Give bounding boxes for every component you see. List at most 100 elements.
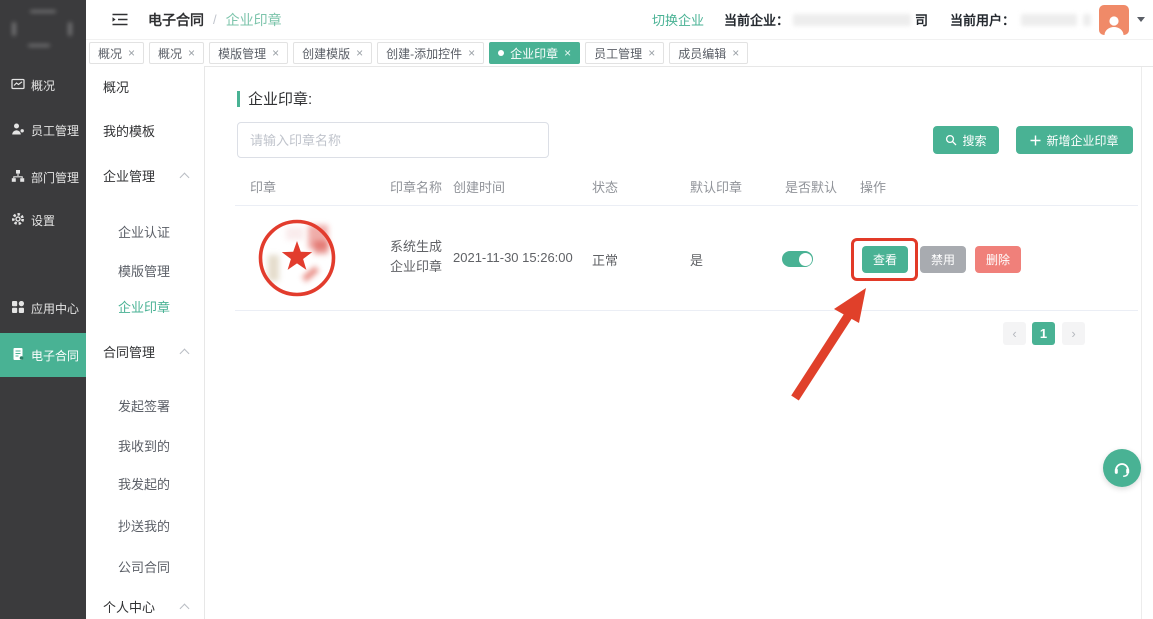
submenu-item-initiated[interactable]: 我发起的 <box>118 475 170 495</box>
tab-close-icon[interactable]: × <box>732 46 739 60</box>
tab-create-template[interactable]: 创建模版× <box>293 42 372 64</box>
current-user-redacted-2 <box>1083 14 1091 26</box>
cell-status: 正常 <box>592 250 618 269</box>
col-header-actions: 操作 <box>860 177 886 196</box>
collapse-menu-icon[interactable] <box>112 13 128 26</box>
submenu-item-template-mgmt[interactable]: 模版管理 <box>118 262 170 282</box>
tab-close-icon[interactable]: × <box>272 46 279 60</box>
tab-close-icon[interactable]: × <box>356 46 363 60</box>
customer-service-button[interactable] <box>1103 449 1141 487</box>
table-row-divider <box>235 310 1138 311</box>
submenu-item-enterprise-auth[interactable]: 企业认证 <box>118 223 170 243</box>
submenu-item-contract-mgmt[interactable]: 合同管理 <box>103 343 155 363</box>
tab-template-mgmt[interactable]: 模版管理× <box>209 42 288 64</box>
col-header-created: 创建时间 <box>453 177 505 196</box>
current-company-label: 当前企业： <box>724 10 789 29</box>
submenu-item-initiate-sign[interactable]: 发起签署 <box>118 397 170 417</box>
delete-button[interactable]: 删除 <box>975 246 1021 273</box>
cell-default-seal: 是 <box>690 250 703 269</box>
user-menu-caret-icon[interactable] <box>1137 17 1145 22</box>
tab-close-icon[interactable]: × <box>564 46 571 60</box>
sidebar-item-label: 设置 <box>31 212 55 229</box>
seal-name-search-input[interactable] <box>237 122 549 158</box>
add-enterprise-seal-button[interactable]: 新增企业印章 <box>1016 126 1133 154</box>
section-title: 企业印章: <box>237 88 312 109</box>
disable-button[interactable]: 禁用 <box>920 246 966 273</box>
col-header-status: 状态 <box>592 177 618 196</box>
table-header-divider <box>235 205 1138 206</box>
chevron-up-icon[interactable] <box>180 173 190 183</box>
submenu-item-enterprise-seal[interactable]: 企业印章 <box>118 298 170 318</box>
tab-employee-mgmt[interactable]: 员工管理× <box>585 42 664 64</box>
sidebar-item-label: 电子合同 <box>31 347 79 364</box>
tab-overview-2[interactable]: 概况× <box>149 42 204 64</box>
app-center-icon <box>11 300 25 317</box>
app-logo <box>0 0 86 64</box>
sidebar-item-settings[interactable]: 设置 <box>0 200 86 240</box>
switch-company-link[interactable]: 切换企业 <box>652 10 704 29</box>
seal-image <box>256 215 338 303</box>
section-title-bar <box>237 91 240 107</box>
col-header-seal-name: 印章名称 <box>390 177 442 196</box>
sidebar-item-employees[interactable]: 员工管理 <box>0 110 86 150</box>
tab-close-icon[interactable]: × <box>188 46 195 60</box>
settings-icon <box>11 212 25 229</box>
sidebar-item-label: 部门管理 <box>31 169 79 186</box>
submenu-item-received[interactable]: 我收到的 <box>118 437 170 457</box>
submenu-item-cc-me[interactable]: 抄送我的 <box>118 517 170 537</box>
tab-close-icon[interactable]: × <box>128 46 135 60</box>
scrollbar-track[interactable] <box>1141 67 1142 619</box>
submenu-item-enterprise-mgmt[interactable]: 企业管理 <box>103 167 155 187</box>
tab-enterprise-seal[interactable]: 企业印章× <box>489 42 580 64</box>
tab-member-edit[interactable]: 成员编辑× <box>669 42 748 64</box>
breadcrumb-app-title: 电子合同 <box>148 10 204 30</box>
pagination-next-button[interactable]: › <box>1062 322 1085 345</box>
search-icon <box>945 134 957 146</box>
primary-sidebar: 概况 员工管理 部门管理 设置 应用中心 电子合同 <box>0 0 86 619</box>
overview-icon <box>11 77 25 94</box>
user-avatar[interactable] <box>1099 5 1129 35</box>
submenu-item-personal-center[interactable]: 个人中心 <box>103 598 155 618</box>
tab-close-icon[interactable]: × <box>468 46 475 60</box>
top-header: 电子合同 / 企业印章 切换企业 当前企业： 司 当前用户： <box>86 0 1153 40</box>
chevron-up-icon[interactable] <box>180 604 190 614</box>
company-seal-icon <box>256 215 338 303</box>
tab-create-add-controls[interactable]: 创建-添加控件× <box>377 42 484 64</box>
sidebar-item-app-center[interactable]: 应用中心 <box>0 288 86 328</box>
current-company-redacted <box>793 14 911 26</box>
pagination-page-1[interactable]: 1 <box>1032 322 1055 345</box>
employees-icon <box>11 122 25 139</box>
default-seal-toggle[interactable] <box>782 251 813 267</box>
breadcrumb-current-page: 企业印章 <box>226 10 282 30</box>
search-button[interactable]: 搜索 <box>933 126 999 154</box>
col-header-default-seal: 默认印章 <box>690 177 742 196</box>
chevron-up-icon[interactable] <box>180 349 190 359</box>
sidebar-item-departments[interactable]: 部门管理 <box>0 157 86 197</box>
cell-created-at: 2021-11-30 15:26:00 <box>453 250 573 265</box>
cell-seal-name: 系统生成 企业印章 <box>390 237 442 277</box>
main-content: 企业印章: 搜索 新增企业印章 印章 印章名称 创建时间 状态 默认印章 是否默… <box>205 67 1153 619</box>
pagination-prev-button[interactable]: ‹ <box>1003 322 1026 345</box>
person-icon <box>1102 13 1126 35</box>
sidebar-item-label: 应用中心 <box>31 300 79 317</box>
red-annotation-arrow <box>770 280 882 410</box>
view-button[interactable]: 查看 <box>862 246 908 273</box>
submenu-item-my-templates[interactable]: 我的模板 <box>103 122 155 142</box>
breadcrumb-separator: / <box>213 12 217 27</box>
plus-icon <box>1030 135 1041 146</box>
submenu-item-overview[interactable]: 概况 <box>103 78 129 98</box>
headset-icon <box>1112 458 1132 478</box>
current-company-suffix: 司 <box>915 10 928 29</box>
tab-close-icon[interactable]: × <box>648 46 655 60</box>
tab-bar: 概况× 概况× 模版管理× 创建模版× 创建-添加控件× 企业印章× 员工管理×… <box>86 40 1153 67</box>
current-user-redacted <box>1021 14 1077 26</box>
sidebar-item-e-contract[interactable]: 电子合同 <box>0 333 86 377</box>
col-header-seal: 印章 <box>250 177 276 196</box>
e-contract-icon <box>11 347 25 364</box>
tab-overview-1[interactable]: 概况× <box>89 42 144 64</box>
sidebar-item-label: 概况 <box>31 77 55 94</box>
submenu-item-company-contracts[interactable]: 公司合同 <box>118 558 170 578</box>
sidebar-item-overview[interactable]: 概况 <box>0 65 86 105</box>
active-tab-dot-icon <box>498 50 504 56</box>
current-user-label: 当前用户： <box>950 10 1015 29</box>
